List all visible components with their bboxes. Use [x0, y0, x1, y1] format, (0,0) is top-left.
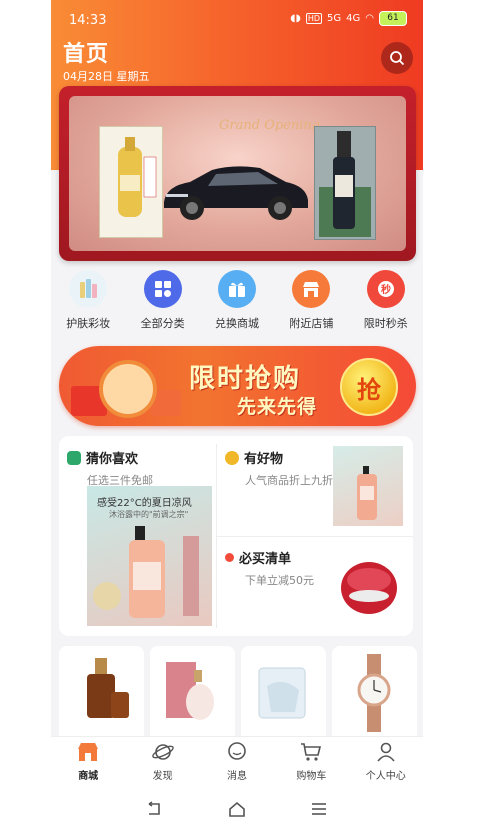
tab-profile[interactable]: 个人中心 — [351, 737, 421, 789]
watch-image — [357, 654, 391, 732]
battery-icon: 61 — [379, 11, 407, 26]
tab-discover[interactable]: 发现 — [128, 737, 198, 789]
category-label: 护肤彩妆 — [66, 317, 111, 330]
good-items-icon — [225, 450, 239, 465]
home-icon[interactable] — [227, 801, 247, 817]
search-button[interactable] — [381, 42, 413, 74]
message-icon — [228, 742, 246, 760]
tab-messages[interactable]: 消息 — [202, 737, 272, 789]
image-caption-small: 沐浴露中的"前调之宗" — [109, 510, 189, 519]
product-card[interactable] — [332, 646, 417, 742]
category-label: 兑换商城 — [214, 317, 259, 330]
banner-script-text: Grand Opening — [219, 118, 321, 133]
category-nearby-stores[interactable]: 附近店铺 — [275, 270, 347, 340]
tab-label: 个人中心 — [365, 771, 406, 782]
system-nav-bar — [51, 788, 423, 830]
mall-icon — [78, 743, 99, 761]
guess-title-text: 猜你喜欢 — [86, 452, 139, 467]
product-card[interactable] — [59, 646, 144, 742]
category-exchange[interactable]: 兑换商城 — [201, 270, 273, 340]
category-row: 护肤彩妆 全部分类 兑换商城 附近店铺 秒 限时秒杀 — [51, 270, 423, 340]
flash-sale-icon: 秒 — [366, 270, 405, 308]
promo-banner[interactable]: Grand Opening — [59, 86, 416, 261]
must-buy-icon — [225, 553, 234, 562]
category-skincare[interactable]: 护肤彩妆 — [52, 270, 124, 340]
good-items-image[interactable] — [333, 446, 403, 526]
grid-icon — [143, 270, 182, 308]
guess-section-title[interactable]: 猜你喜欢 — [67, 448, 138, 467]
cream-jar-image[interactable] — [339, 556, 399, 618]
flash-subtitle: 先来先得 — [237, 396, 318, 418]
phone-screen: 14:33 ◖◗ HD 5G 4G ◠ 61 首页 04月28日 星期五 Gra… — [51, 0, 423, 830]
planet-icon — [151, 744, 174, 760]
image-caption: 感受22°C的夏日凉风 — [97, 498, 192, 509]
alarm-clock-icon — [99, 360, 157, 418]
tab-label: 商城 — [78, 771, 99, 782]
category-label: 限时秒杀 — [363, 317, 408, 330]
product-card[interactable] — [150, 646, 235, 742]
status-icons: ◖◗ HD 5G 4G ◠ 61 — [290, 11, 407, 26]
flash-sale-banner[interactable]: 限时抢购 先来先得 抢 — [59, 346, 416, 426]
signal-4g-icon: 4G — [346, 13, 361, 24]
must-buy-title-text: 必买清单 — [239, 552, 292, 567]
page-date: 04月28日 星期五 — [63, 70, 150, 83]
good-items-title[interactable]: 有好物 — [225, 448, 283, 467]
search-icon — [390, 51, 405, 66]
mask-pack-image — [258, 667, 306, 719]
wine-bottle-image — [314, 126, 376, 240]
gift-icon — [217, 270, 256, 308]
tab-cart[interactable]: 购物车 — [276, 737, 346, 789]
tab-mall[interactable]: 商城 — [53, 737, 123, 789]
good-items-title-text: 有好物 — [244, 452, 284, 467]
product-card[interactable] — [241, 646, 326, 742]
recommend-panel: 猜你喜欢 任选三件免邮 感受22°C的夏日凉风 沐浴露中的"前调之宗" 有好物 … — [59, 436, 413, 636]
category-flash-sale[interactable]: 秒 限时秒杀 — [350, 270, 422, 340]
good-items-subtitle: 人气商品折上九折 — [245, 474, 333, 487]
menu-icon[interactable] — [309, 801, 329, 817]
must-buy-subtitle: 下单立减50元 — [245, 574, 314, 587]
category-label: 附近店铺 — [289, 317, 334, 330]
flash-title: 限时抢购 — [189, 364, 302, 394]
page-title: 首页 — [63, 42, 110, 67]
category-label: 全部分类 — [140, 317, 185, 330]
status-time: 14:33 — [69, 13, 107, 28]
tab-label: 消息 — [226, 771, 247, 782]
store-icon — [292, 270, 331, 308]
car-image — [164, 166, 308, 220]
signal-5g-icon: 5G — [327, 13, 342, 24]
user-icon — [377, 742, 395, 762]
divider — [217, 536, 413, 537]
tab-label: 发现 — [152, 771, 173, 782]
essence-bottle-image — [166, 662, 214, 720]
guess-icon — [67, 450, 81, 465]
back-icon[interactable] — [145, 801, 165, 817]
hd-icon: HD — [305, 13, 323, 24]
tab-label: 购物车 — [296, 771, 327, 782]
must-buy-title[interactable]: 必买清单 — [225, 548, 291, 567]
serum-bottle-image — [87, 658, 129, 718]
vibrate-icon: ◖◗ — [290, 13, 301, 24]
product-strip — [59, 646, 419, 742]
category-all[interactable]: 全部分类 — [127, 270, 199, 340]
promo-banner-image: Grand Opening — [69, 96, 406, 251]
cart-icon — [301, 743, 322, 761]
status-bar: 14:33 ◖◗ HD 5G 4G ◠ 61 — [51, 0, 423, 36]
bottom-tab-bar: 商城 发现 消息 购物车 个人中心 — [51, 736, 423, 789]
grab-coin-icon: 抢 — [340, 358, 398, 416]
svg-text:秒: 秒 — [381, 283, 391, 296]
shower-gel-image[interactable]: 感受22°C的夏日凉风 沐浴露中的"前调之宗" — [87, 486, 212, 626]
cosmetics-icon — [69, 270, 108, 308]
wifi-icon: ◠ — [365, 13, 374, 24]
